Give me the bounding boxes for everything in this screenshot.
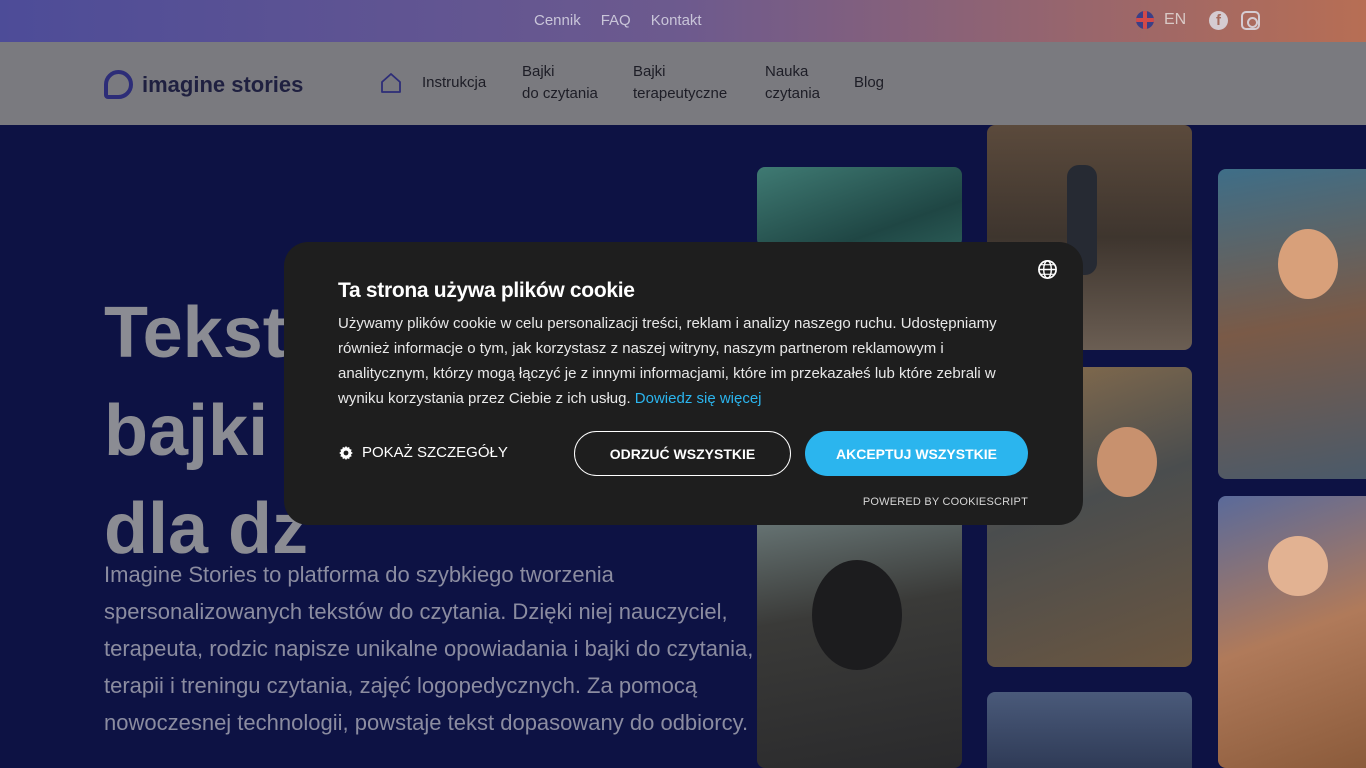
- reject-all-button[interactable]: ODRZUĆ WSZYSTKIE: [574, 431, 791, 476]
- language-code: EN: [1164, 11, 1187, 28]
- top-links: Cennik FAQ Kontakt: [534, 12, 702, 29]
- link-faq[interactable]: FAQ: [601, 12, 631, 29]
- story-illustration-hat: [987, 692, 1192, 768]
- cookie-consent-dialog: Ta strona używa plików cookie Używamy pl…: [284, 242, 1083, 525]
- uk-flag-icon: [1136, 11, 1154, 29]
- link-cennik[interactable]: Cennik: [534, 12, 581, 29]
- main-nav: imagine stories Instrukcja Bajki do czyt…: [0, 42, 1366, 125]
- nav-item-bajki-do-czytania[interactable]: Bajki do czytania: [522, 61, 598, 105]
- story-illustration-dog: [757, 510, 962, 768]
- facebook-icon[interactable]: f: [1209, 11, 1228, 30]
- logo-text: imagine stories: [142, 71, 304, 97]
- nav-item-blog[interactable]: Blog: [854, 72, 884, 94]
- logo-mark-icon: [104, 70, 133, 99]
- logo[interactable]: imagine stories: [104, 70, 303, 99]
- link-kontakt[interactable]: Kontakt: [651, 12, 702, 29]
- story-illustration-children: [1218, 496, 1366, 768]
- top-bar: Cennik FAQ Kontakt EN f: [0, 0, 1366, 42]
- nav-item-instrukcja[interactable]: Instrukcja: [422, 72, 486, 94]
- nav-item-bajki-terapeutyczne[interactable]: Bajki terapeutyczne: [633, 61, 727, 105]
- cookie-description: Używamy plików cookie w celu personaliza…: [338, 315, 997, 407]
- home-icon[interactable]: [380, 72, 402, 94]
- learn-more-link[interactable]: Dowiedz się więcej: [635, 390, 762, 407]
- gear-icon: [339, 445, 353, 460]
- show-details-button[interactable]: POKAŻ SZCZEGÓŁY: [338, 444, 508, 461]
- story-illustration-girl: [1218, 169, 1366, 479]
- cookie-title: Ta strona używa plików cookie: [338, 279, 635, 302]
- powered-by-label[interactable]: POWERED BY COOKIESCRIPT: [863, 496, 1028, 508]
- language-switcher[interactable]: EN: [1136, 11, 1186, 29]
- globe-icon[interactable]: [1037, 259, 1058, 280]
- accept-all-button[interactable]: AKCEPTUJ WSZYSTKIE: [805, 431, 1028, 476]
- instagram-icon[interactable]: [1241, 11, 1260, 30]
- hero-description: Imagine Stories to platforma do szybkieg…: [104, 562, 754, 735]
- nav-item-nauka-czytania[interactable]: Nauka czytania: [765, 61, 820, 105]
- story-illustration-ship: [757, 167, 962, 247]
- show-details-label: POKAŻ SZCZEGÓŁY: [362, 444, 508, 461]
